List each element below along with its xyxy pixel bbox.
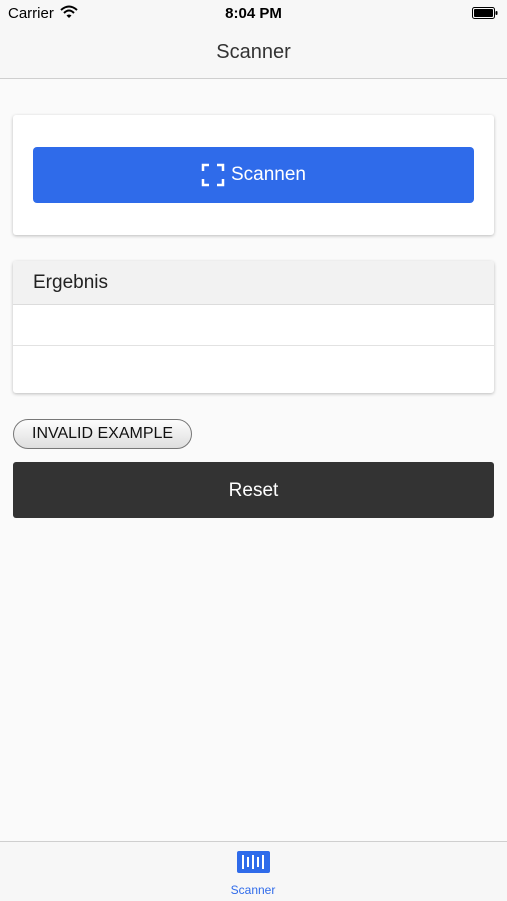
reset-button[interactable]: Reset — [13, 462, 494, 518]
scan-frame-icon — [201, 163, 225, 187]
result-header: Ergebnis — [13, 261, 494, 305]
scan-button[interactable]: Scannen — [33, 147, 474, 203]
result-row — [13, 346, 494, 386]
scan-button-label: Scannen — [230, 164, 306, 185]
status-bar: Carrier 8:04 PM — [0, 0, 507, 28]
invalid-example-button[interactable]: INVALID EXAMPLE — [13, 419, 193, 449]
clock: 8:04 PM — [225, 5, 282, 22]
tab-scanner[interactable]: Scanner — [203, 842, 303, 901]
navigation-bar: Scanner — [0, 28, 507, 79]
page-title: Scanner — [216, 41, 291, 63]
tab-bar: Scanner — [0, 841, 507, 901]
battery-icon — [472, 7, 498, 19]
result-card: Ergebnis — [13, 261, 494, 393]
result-row — [13, 305, 494, 346]
tab-scanner-label: Scanner — [230, 883, 276, 897]
barcode-icon — [237, 851, 270, 873]
scan-card: Scannen — [13, 115, 494, 235]
